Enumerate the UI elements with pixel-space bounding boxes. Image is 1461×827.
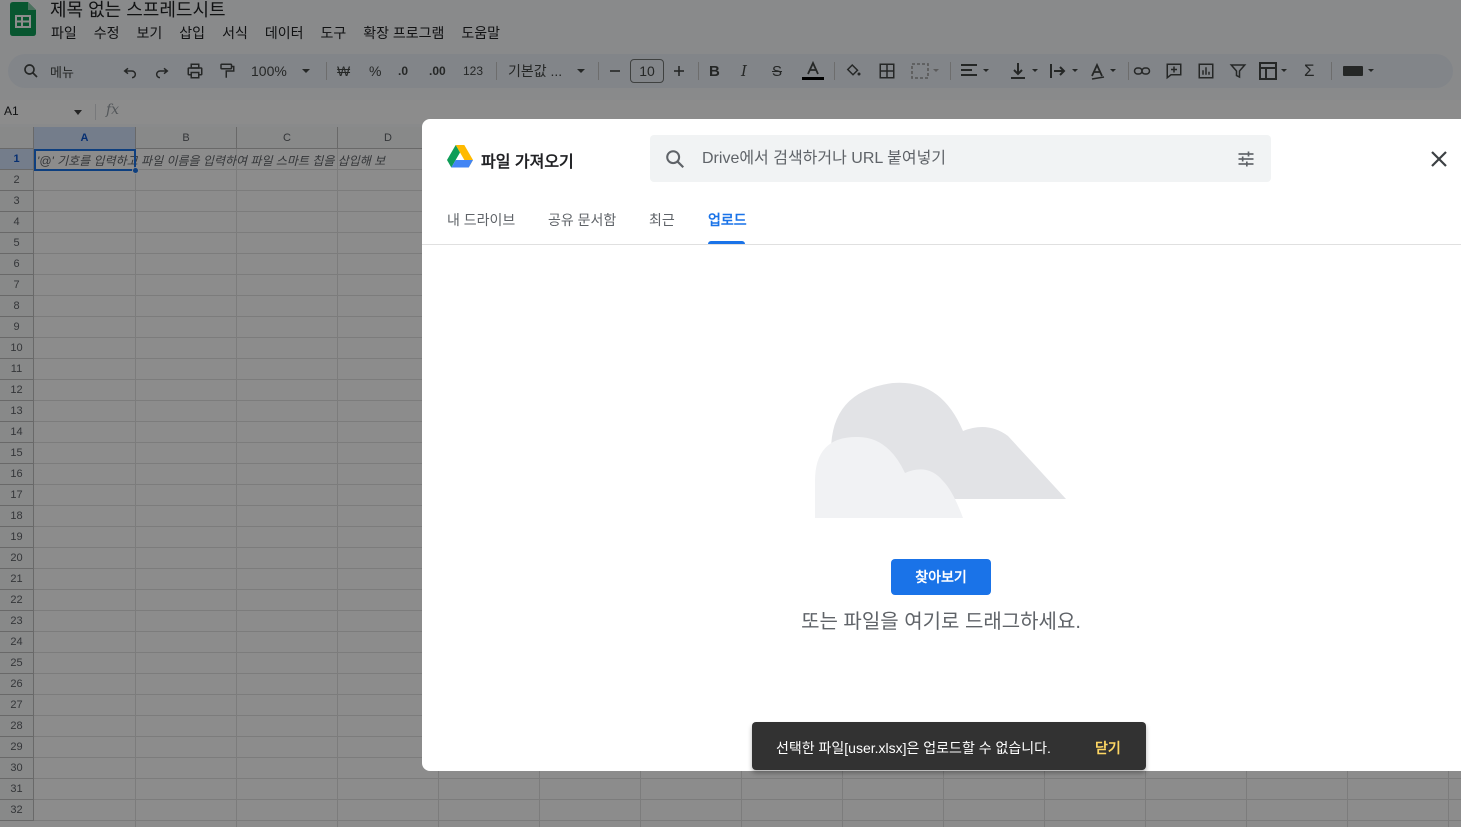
tab-my-drive[interactable]: 내 드라이브 [447, 210, 515, 230]
picker-tabs: 내 드라이브 공유 문서함 최근 업로드 [422, 207, 1461, 245]
dialog-title: 파일 가져오기 [481, 154, 574, 171]
file-import-dialog: 파일 가져오기 내 드라이브 공유 문서함 최근 업로드 찾아보기 또는 파일을… [422, 119, 1461, 771]
google-drive-icon [447, 145, 473, 168]
snackbar-message: 선택한 파일[user.xlsx]은 업로드할 수 없습니다. [776, 740, 1051, 756]
drag-drop-hint: 또는 파일을 여기로 드래그하세요. [801, 611, 1081, 633]
active-tab-indicator [708, 241, 745, 244]
snackbar-close-button[interactable]: 닫기 [1095, 738, 1121, 758]
drive-search-box [650, 135, 1271, 182]
tab-recent[interactable]: 최근 [649, 210, 675, 230]
drive-search-input[interactable] [702, 135, 1222, 182]
cloud-upload-illustration [815, 382, 1066, 518]
search-options-icon[interactable] [1236, 149, 1256, 169]
tab-shared-with-me[interactable]: 공유 문서함 [548, 210, 616, 230]
browse-button[interactable]: 찾아보기 [891, 559, 991, 595]
snackbar: 선택한 파일[user.xlsx]은 업로드할 수 없습니다. 닫기 [752, 722, 1146, 770]
tab-upload[interactable]: 업로드 [708, 210, 747, 230]
close-icon[interactable] [1427, 147, 1451, 171]
search-icon[interactable] [664, 148, 686, 170]
